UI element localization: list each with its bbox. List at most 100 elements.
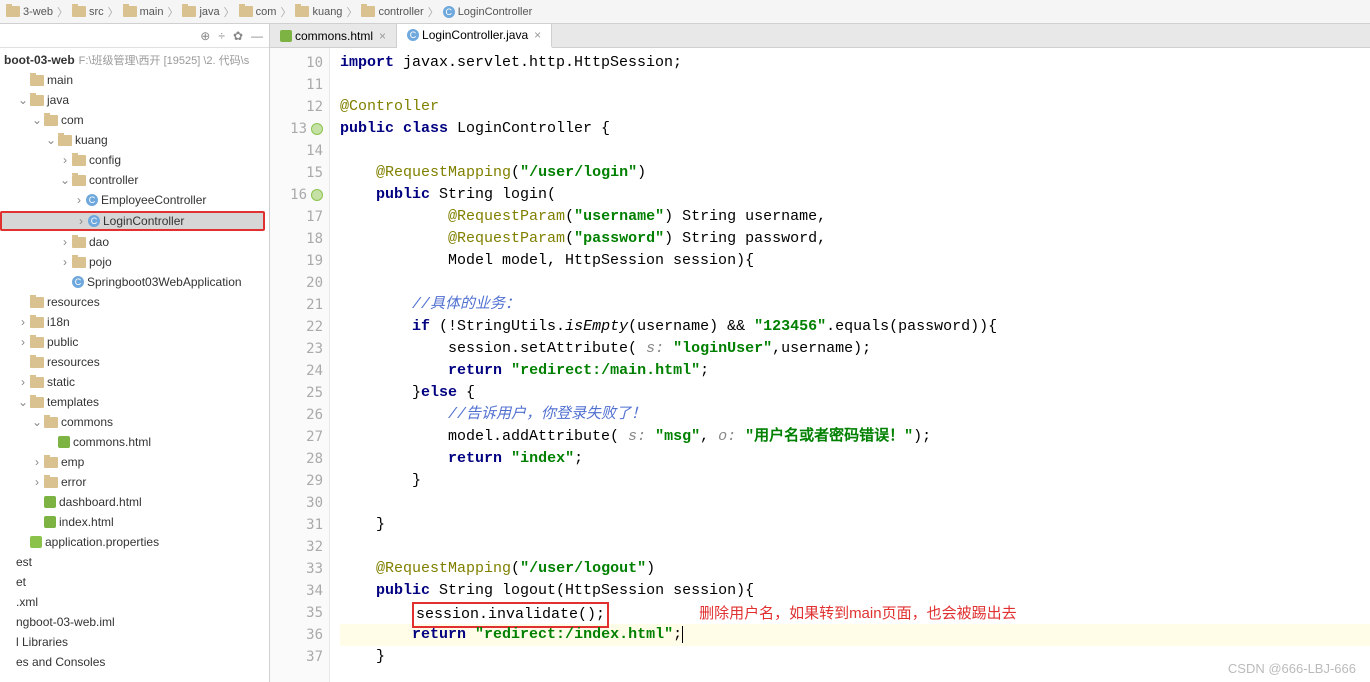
expander-icon[interactable]: › <box>74 193 84 207</box>
code-line[interactable]: return "redirect:/main.html"; <box>340 360 1370 382</box>
expander-icon[interactable]: › <box>18 315 28 329</box>
code-line[interactable]: @RequestParam("username") String usernam… <box>340 206 1370 228</box>
tree-item[interactable]: main <box>0 70 269 90</box>
tree-item[interactable]: l Libraries <box>0 632 269 652</box>
breadcrumb-item[interactable]: controller <box>359 6 425 18</box>
tree-item[interactable]: resources <box>0 352 269 372</box>
tree-item[interactable]: › dao <box>0 232 269 252</box>
tree-item[interactable]: ⌄kuang <box>0 130 269 150</box>
tree-root[interactable]: boot-03-webF:\班级管理\西开 [19525] \2. 代码\s <box>0 50 269 70</box>
expander-icon[interactable]: ⌄ <box>32 113 42 127</box>
tree-item[interactable]: dashboard.html <box>0 492 269 512</box>
toolbar-icon-3[interactable]: ✿ <box>233 29 243 43</box>
toolbar-icon-4[interactable]: — <box>251 29 263 43</box>
code-line[interactable]: session.invalidate(); 删除用户名，如果转到main页面，也… <box>340 602 1370 624</box>
code-line[interactable]: import javax.servlet.http.HttpSession; <box>340 52 1370 74</box>
expander-icon[interactable]: ⌄ <box>60 173 70 187</box>
tree-label: dao <box>89 235 109 249</box>
expander-icon[interactable]: › <box>60 153 70 167</box>
tree-label: l Libraries <box>16 635 68 649</box>
expander-icon[interactable]: › <box>76 214 86 228</box>
tree-item[interactable]: ›CLoginController <box>0 211 265 231</box>
code-line[interactable]: Model model, HttpSession session){ <box>340 250 1370 272</box>
tree-item[interactable]: ›static <box>0 372 269 392</box>
tree-item[interactable]: ⌄java <box>0 90 269 110</box>
expander-icon[interactable]: › <box>32 475 42 489</box>
close-icon[interactable]: × <box>534 28 541 42</box>
project-tree[interactable]: boot-03-webF:\班级管理\西开 [19525] \2. 代码\sma… <box>0 48 269 674</box>
code-line[interactable] <box>340 536 1370 558</box>
toolbar-icon-1[interactable]: ⊕ <box>200 29 210 43</box>
expander-icon[interactable]: ⌄ <box>46 133 56 147</box>
folder-icon <box>30 397 44 408</box>
tree-item[interactable]: ›pojo <box>0 252 269 272</box>
code-line[interactable]: @RequestMapping("/user/login") <box>340 162 1370 184</box>
expander-icon[interactable]: ⌄ <box>18 395 28 409</box>
tree-item[interactable]: index.html <box>0 512 269 532</box>
code-line[interactable]: @RequestMapping("/user/logout") <box>340 558 1370 580</box>
breadcrumb-item[interactable]: 3-web <box>4 6 55 18</box>
tree-item[interactable]: .xml <box>0 592 269 612</box>
close-icon[interactable]: × <box>379 29 386 43</box>
code-line[interactable]: } <box>340 646 1370 668</box>
code-line[interactable]: @Controller <box>340 96 1370 118</box>
tree-item[interactable]: ⌄commons <box>0 412 269 432</box>
breadcrumb-item[interactable]: com <box>237 6 279 18</box>
expander-icon[interactable]: ⌄ <box>18 93 28 107</box>
tree-item[interactable]: ⌄templates <box>0 392 269 412</box>
tree-item[interactable]: ›error <box>0 472 269 492</box>
code-line[interactable] <box>340 492 1370 514</box>
tree-item[interactable]: application.properties <box>0 532 269 552</box>
tree-item[interactable]: ›i18n <box>0 312 269 332</box>
expander-icon[interactable]: › <box>18 375 28 389</box>
expander-icon[interactable]: › <box>60 255 70 269</box>
code-line[interactable]: //具体的业务： <box>340 294 1370 316</box>
code-content[interactable]: import javax.servlet.http.HttpSession; @… <box>330 48 1370 682</box>
code-line[interactable]: model.addAttribute( s: "msg", o: "用户名或者密… <box>340 426 1370 448</box>
tree-item[interactable]: ›CEmployeeController <box>0 190 269 210</box>
tree-item[interactable]: et <box>0 572 269 592</box>
code-line[interactable]: return "redirect:/index.html"; <box>340 624 1370 646</box>
code-line[interactable]: public String login( <box>340 184 1370 206</box>
tab-label: commons.html <box>295 29 373 43</box>
code-line[interactable]: } <box>340 470 1370 492</box>
code-line[interactable]: if (!StringUtils.isEmpty(username) && "1… <box>340 316 1370 338</box>
code-line[interactable]: } <box>340 514 1370 536</box>
code-line[interactable]: session.setAttribute( s: "loginUser",use… <box>340 338 1370 360</box>
code-line[interactable]: //告诉用户，你登录失败了！ <box>340 404 1370 426</box>
code-editor[interactable]: 1011121314151617181920212223242526272829… <box>270 48 1370 682</box>
expander-icon[interactable]: ⌄ <box>32 415 42 429</box>
editor-tab[interactable]: CLoginController.java× <box>397 24 552 48</box>
tree-item[interactable]: ngboot-03-web.iml <box>0 612 269 632</box>
code-line[interactable]: public class LoginController { <box>340 118 1370 140</box>
run-marker-icon[interactable] <box>311 189 323 201</box>
breadcrumb-item[interactable]: src <box>70 6 106 18</box>
breadcrumb-item[interactable]: kuang <box>293 6 344 18</box>
tree-item[interactable]: ›emp <box>0 452 269 472</box>
tree-item[interactable]: ⌄com <box>0 110 269 130</box>
editor-tab[interactable]: commons.html × <box>270 24 397 47</box>
tree-item[interactable]: commons.html <box>0 432 269 452</box>
code-line[interactable] <box>340 74 1370 96</box>
tree-item[interactable]: ›public <box>0 332 269 352</box>
tree-item[interactable]: resources <box>0 292 269 312</box>
toolbar-icon-2[interactable]: ÷ <box>218 29 225 43</box>
code-line[interactable] <box>340 272 1370 294</box>
code-line[interactable] <box>340 140 1370 162</box>
expander-icon[interactable]: › <box>32 455 42 469</box>
tree-item[interactable]: ›config <box>0 150 269 170</box>
tree-item[interactable]: CSpringboot03WebApplication <box>0 272 269 292</box>
tree-item[interactable]: es and Consoles <box>0 652 269 672</box>
code-line[interactable]: return "index"; <box>340 448 1370 470</box>
expander-icon[interactable]: › <box>60 235 70 249</box>
tree-item[interactable]: ⌄controller <box>0 170 269 190</box>
breadcrumb-item[interactable]: CLoginController <box>441 6 535 18</box>
run-marker-icon[interactable] <box>311 123 323 135</box>
tree-item[interactable]: est <box>0 552 269 572</box>
breadcrumb-item[interactable]: java <box>180 6 221 18</box>
code-line[interactable]: public String logout(HttpSession session… <box>340 580 1370 602</box>
expander-icon[interactable]: › <box>18 335 28 349</box>
code-line[interactable]: @RequestParam("password") String passwor… <box>340 228 1370 250</box>
breadcrumb-item[interactable]: main <box>121 6 166 18</box>
code-line[interactable]: }else { <box>340 382 1370 404</box>
